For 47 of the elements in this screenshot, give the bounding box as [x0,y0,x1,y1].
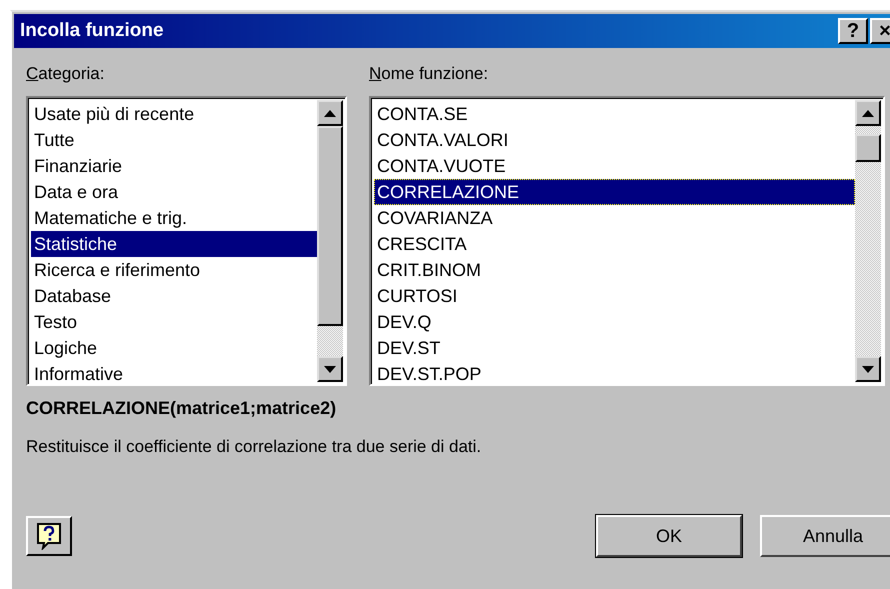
list-item[interactable]: CONTA.VUOTE [374,153,855,179]
list-item[interactable]: Informative [31,361,317,384]
list-box[interactable]: CONTA.SE CONTA.VALORI CONTA.VUOTE CORRELAZIONE COVARIANZA CRESCITA CRIT.BINOM CURTOSI DEV.Q DEV.ST DEV.ST.POP [369,96,885,386]
cancel-button[interactable]: Annulla [760,515,890,557]
list-item[interactable]: COVARIANZA [374,205,855,231]
down-arrow-icon [862,366,874,372]
scrollbar[interactable] [855,98,883,384]
function-signature: CORRELAZIONE(matrice1;matrice2) [26,398,338,419]
scroll-thumb[interactable] [317,126,343,326]
list-item[interactable]: Ricerca e riferimento [31,257,317,283]
list-item[interactable]: CURTOSI [374,283,855,309]
help-balloon-icon [36,522,62,550]
list-label: Nome funzione: [369,64,490,85]
list-item[interactable]: Tutte [31,127,317,153]
list-box[interactable]: Usate più di recente Tutte Finanziarie Data e ora Matematiche e trig. Statistiche Ricerca e riferimento Database Testo Logiche Informative [26,96,347,386]
list-item[interactable]: CONTA.VALORI [374,127,855,153]
list-item[interactable]: CORRELAZIONE [374,179,855,205]
list-item[interactable]: Database [31,283,317,309]
list-item[interactable]: CRIT.BINOM [374,257,855,283]
list-item[interactable]: DEV.Q [374,309,855,335]
list-item[interactable]: CRESCITA [374,231,855,257]
up-arrow-icon [324,110,336,116]
list-item[interactable]: DEV.ST [374,335,855,361]
help-button[interactable] [26,516,72,556]
scroll-down-button[interactable] [317,356,343,382]
ok-button[interactable]: OK [596,515,742,557]
scroll-down-button[interactable] [855,356,881,382]
down-arrow-icon [324,366,336,372]
list-item[interactable]: Finanziarie [31,153,317,179]
scroll-up-button[interactable] [855,100,881,126]
list-item[interactable]: Usate più di recente [31,101,317,127]
scroll-up-button[interactable] [317,100,343,126]
close-button[interactable]: × [870,18,890,44]
list-item[interactable]: Data e ora [31,179,317,205]
help-button[interactable]: ? [838,18,868,44]
list-item[interactable]: CONTA.SE [374,101,855,127]
function-description: Restituisce il coefficiente di correlazione tra due serie di dati. [26,437,482,457]
window-title: Incolla funzione [19,20,164,42]
scroll-thumb[interactable] [855,134,881,162]
list-item[interactable]: Matematiche e trig. [31,205,317,231]
list-item[interactable]: Statistiche [31,231,317,257]
scrollbar[interactable] [317,98,345,384]
list-item[interactable]: DEV.ST.POP [374,361,855,384]
list-item[interactable]: Logiche [31,335,317,361]
list-label: Categoria: [26,64,106,85]
list-item[interactable]: Testo [31,309,317,335]
up-arrow-icon [862,110,874,116]
